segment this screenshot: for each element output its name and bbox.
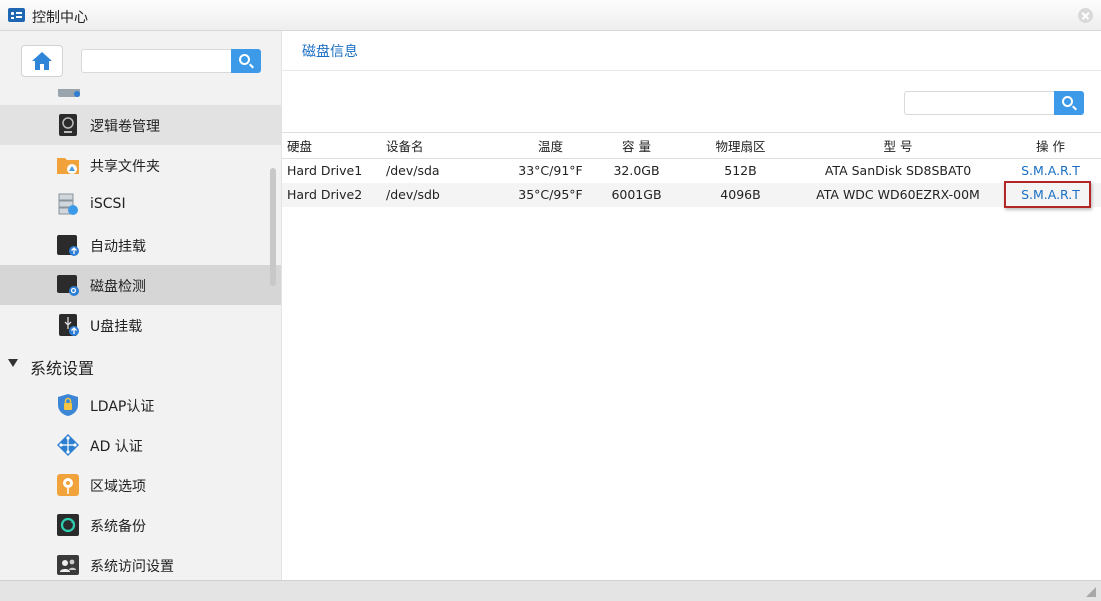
disk-name: Hard Drive1 bbox=[287, 163, 363, 179]
capacity: 32.0GB bbox=[613, 163, 660, 179]
action-cell: S.M.A.R.T bbox=[1000, 182, 1101, 207]
sidebar-search-button[interactable] bbox=[231, 49, 261, 73]
sidebar-item-ldap[interactable]: LDAP认证 bbox=[0, 385, 281, 425]
sidebar-item-label: 逻辑卷管理 bbox=[90, 119, 160, 135]
sidebar-item-ad[interactable]: AD 认证 bbox=[0, 425, 281, 465]
sidebar-item-disk-check[interactable]: 磁盘检测 bbox=[0, 265, 281, 305]
physical-sector: 512B bbox=[724, 163, 757, 179]
ldap-shield-icon bbox=[58, 394, 78, 416]
sidebar-item-label: AD 认证 bbox=[90, 439, 143, 455]
column-header[interactable]: 硬盘 bbox=[282, 132, 381, 159]
auto-mount-icon bbox=[57, 235, 79, 256]
page-title: 磁盘信息 bbox=[302, 44, 358, 60]
resize-grip-icon[interactable] bbox=[1086, 587, 1096, 597]
status-bar bbox=[0, 580, 1101, 601]
sidebar-item-label: LDAP认证 bbox=[90, 399, 155, 415]
sidebar-item-label: U盘挂载 bbox=[90, 319, 143, 335]
sidebar-item-label: 区域选项 bbox=[90, 479, 146, 495]
window-title: 控制中心 bbox=[32, 10, 88, 26]
sidebar-item-label: iSCSI bbox=[90, 196, 126, 212]
iscsi-icon bbox=[58, 193, 78, 215]
home-button[interactable] bbox=[21, 45, 63, 77]
usb-mount-icon bbox=[59, 314, 79, 336]
smart-link[interactable]: S.M.A.R.T bbox=[1021, 187, 1080, 202]
table-row[interactable]: Hard Drive1 /dev/sda 33°C/91°F 32.0GB 51… bbox=[282, 159, 1101, 183]
sidebar-item-label: 磁盘检测 bbox=[90, 279, 146, 295]
column-header[interactable]: 温度 bbox=[513, 132, 588, 159]
search-icon bbox=[239, 54, 250, 65]
sidebar-item-iscsi[interactable]: iSCSI bbox=[0, 185, 281, 225]
search-icon bbox=[1062, 96, 1073, 107]
sidebar-item-access[interactable]: 系统访问设置 bbox=[0, 545, 281, 580]
backup-icon bbox=[57, 514, 79, 536]
sidebar-item-label: 系统备份 bbox=[90, 519, 146, 535]
column-header[interactable]: 设备名 bbox=[381, 132, 513, 159]
control-center-icon bbox=[8, 8, 25, 22]
access-users-icon bbox=[57, 555, 79, 575]
column-header[interactable]: 容 量 bbox=[588, 132, 685, 159]
disk-search-input[interactable] bbox=[904, 91, 1054, 115]
title-bar: 控制中心 bbox=[0, 0, 1101, 31]
model: ATA WDC WD60EZRX-00M bbox=[796, 182, 1000, 207]
device-name: /dev/sda bbox=[386, 163, 440, 179]
disk-check-icon bbox=[57, 275, 79, 296]
table-row[interactable]: Hard Drive2 /dev/sdb 35°C/95°F 6001GB 40… bbox=[282, 182, 1101, 207]
sidebar-item-region[interactable]: 区域选项 bbox=[0, 465, 281, 505]
sidebar-scrollbar[interactable] bbox=[270, 168, 276, 286]
sidebar-item-backup[interactable]: 系统备份 bbox=[0, 505, 281, 545]
disk-name: Hard Drive2 bbox=[282, 182, 381, 207]
shared-folder-icon bbox=[57, 158, 79, 174]
temperature: 35°C/95°F bbox=[513, 182, 588, 207]
device-name: /dev/sdb bbox=[381, 182, 513, 207]
sidebar-item-usb-mount[interactable]: U盘挂载 bbox=[0, 305, 281, 345]
storage-icon bbox=[58, 89, 80, 97]
disk-table: 硬盘 设备名 温度 容 量 物理扇区 型 号 操 作 Hard Drive1 /… bbox=[282, 132, 1101, 207]
column-header[interactable]: 型 号 bbox=[796, 132, 1000, 159]
column-header: 操 作 bbox=[1000, 132, 1101, 159]
logical-volume-icon bbox=[59, 114, 77, 136]
sidebar-item-auto-mount[interactable]: 自动挂载 bbox=[0, 225, 281, 265]
sidebar: 逻辑卷管理 共享文件夹 iSCSI 自动挂载 磁盘检测 U盘挂载 系统设置 LD… bbox=[0, 31, 281, 580]
model: ATA SanDisk SD8SBAT0 bbox=[824, 163, 972, 179]
smart-link[interactable]: S.M.A.R.T bbox=[1021, 163, 1080, 178]
physical-sector: 4096B bbox=[685, 182, 796, 207]
main-panel: 磁盘信息 硬盘 设备名 温度 容 量 物理扇区 型 号 操 作 Hard Dri… bbox=[281, 31, 1101, 580]
column-header[interactable]: 物理扇区 bbox=[685, 132, 796, 159]
sidebar-item-label: 自动挂载 bbox=[90, 239, 146, 255]
sidebar-item-label: 共享文件夹 bbox=[90, 159, 160, 175]
section-system-settings[interactable]: 系统设置 bbox=[0, 345, 281, 385]
sidebar-item-shared-folder[interactable]: 共享文件夹 bbox=[0, 145, 281, 185]
action-cell: S.M.A.R.T bbox=[1000, 159, 1101, 183]
section-label: 系统设置 bbox=[30, 359, 95, 378]
disk-search-button[interactable] bbox=[1054, 91, 1084, 115]
triangle-down-icon bbox=[8, 359, 18, 367]
close-icon[interactable] bbox=[1078, 8, 1093, 23]
home-icon bbox=[32, 52, 52, 70]
temperature: 33°C/91°F bbox=[518, 163, 583, 179]
ad-network-icon bbox=[57, 434, 79, 456]
region-pin-icon bbox=[57, 474, 79, 496]
table-header-row: 硬盘 设备名 温度 容 量 物理扇区 型 号 操 作 bbox=[282, 132, 1101, 159]
sidebar-search-input[interactable] bbox=[81, 49, 231, 73]
sidebar-item-label: 系统访问设置 bbox=[90, 559, 174, 575]
divider bbox=[282, 70, 1101, 71]
sidebar-item-logical-volume[interactable]: 逻辑卷管理 bbox=[0, 105, 281, 145]
capacity: 6001GB bbox=[588, 182, 685, 207]
